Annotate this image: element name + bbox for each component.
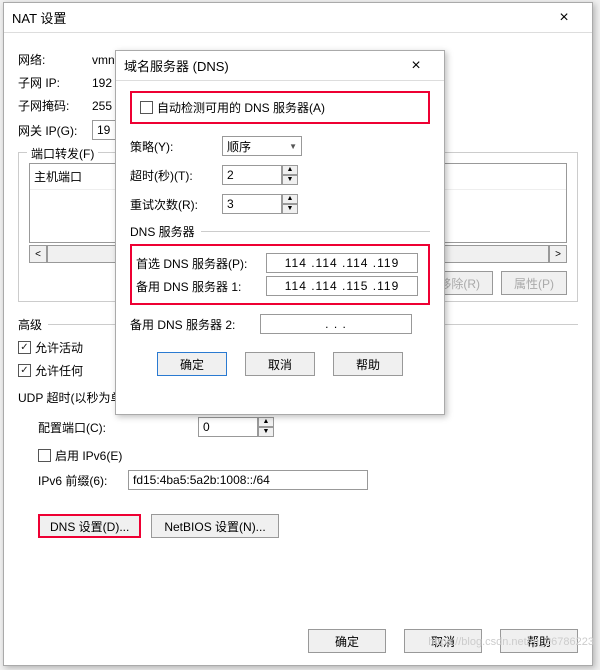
policy-value: 顺序 bbox=[227, 138, 251, 155]
spinner-down-icon[interactable]: ▼ bbox=[258, 427, 274, 437]
alt-dns2-label: 备用 DNS 服务器 2: bbox=[130, 316, 260, 333]
dns-servers-highlight: 首选 DNS 服务器(P): 114 .114 .114 .119 备用 DNS… bbox=[130, 244, 430, 305]
dns-servers-legend: DNS 服务器 bbox=[130, 223, 195, 240]
config-port-input[interactable] bbox=[198, 417, 258, 437]
nat-titlebar: NAT 设置 × bbox=[4, 3, 592, 33]
policy-label: 策略(Y): bbox=[130, 138, 222, 155]
subnet-mask-value: 255 bbox=[92, 99, 112, 113]
allow-any-oui-label: 允许任何 bbox=[35, 362, 83, 379]
alt-dns1-label: 备用 DNS 服务器 1: bbox=[136, 278, 266, 295]
dns-cancel-button[interactable]: 取消 bbox=[245, 352, 315, 376]
timeout-label: 超时(秒)(T): bbox=[130, 167, 222, 184]
watermark: https://blog.csdn.net/m_26786223 bbox=[428, 636, 594, 648]
auto-detect-dns-checkbox[interactable] bbox=[140, 101, 153, 114]
allow-active-ftp-label: 允许活动 bbox=[35, 339, 83, 356]
advanced-title: 高级 bbox=[18, 316, 42, 333]
ok-button[interactable]: 确定 bbox=[308, 629, 386, 653]
primary-dns-input[interactable]: 114 .114 .114 .119 bbox=[266, 253, 418, 273]
divider bbox=[201, 231, 430, 232]
config-port-label: 配置端口(C): bbox=[18, 419, 198, 436]
ipv6-prefix-input[interactable] bbox=[128, 470, 368, 490]
retry-input[interactable] bbox=[222, 194, 282, 214]
properties-button[interactable]: 属性(P) bbox=[501, 271, 567, 295]
close-icon[interactable]: × bbox=[544, 9, 584, 27]
chevron-down-icon: ▼ bbox=[289, 142, 297, 151]
spinner-up-icon[interactable]: ▲ bbox=[282, 194, 298, 204]
nat-window-title: NAT 设置 bbox=[12, 8, 66, 27]
dns-settings-dialog: 域名服务器 (DNS) × 自动检测可用的 DNS 服务器(A) 策略(Y): … bbox=[115, 50, 445, 415]
alt-dns1-input[interactable]: 114 .114 .115 .119 bbox=[266, 276, 418, 296]
dns-settings-button[interactable]: DNS 设置(D)... bbox=[38, 514, 141, 538]
policy-select[interactable]: 顺序 ▼ bbox=[222, 136, 302, 156]
subnet-ip-value: 192 bbox=[92, 76, 112, 90]
spinner-down-icon[interactable]: ▼ bbox=[282, 204, 298, 214]
auto-detect-highlight: 自动检测可用的 DNS 服务器(A) bbox=[130, 91, 430, 124]
spinner-down-icon[interactable]: ▼ bbox=[282, 175, 298, 185]
gateway-ip-label: 网关 IP(G): bbox=[18, 122, 92, 139]
spinner-up-icon[interactable]: ▲ bbox=[282, 165, 298, 175]
primary-dns-label: 首选 DNS 服务器(P): bbox=[136, 255, 266, 272]
config-port-spinner[interactable]: ▲▼ bbox=[198, 417, 274, 437]
retry-spinner[interactable]: ▲▼ bbox=[222, 194, 298, 214]
dns-titlebar: 域名服务器 (DNS) × bbox=[116, 51, 444, 81]
allow-any-oui-checkbox[interactable] bbox=[18, 364, 31, 377]
dns-ok-button[interactable]: 确定 bbox=[157, 352, 227, 376]
subnet-mask-label: 子网掩码: bbox=[18, 97, 92, 114]
dns-dialog-title: 域名服务器 (DNS) bbox=[124, 56, 229, 75]
netbios-settings-button[interactable]: NetBIOS 设置(N)... bbox=[151, 514, 278, 538]
subnet-ip-label: 子网 IP: bbox=[18, 74, 92, 91]
enable-ipv6-label: 启用 IPv6(E) bbox=[55, 447, 122, 464]
network-label: 网络: bbox=[18, 51, 92, 68]
close-icon[interactable]: × bbox=[396, 57, 436, 75]
timeout-spinner[interactable]: ▲▼ bbox=[222, 165, 298, 185]
dns-help-button[interactable]: 帮助 bbox=[333, 352, 403, 376]
timeout-input[interactable] bbox=[222, 165, 282, 185]
allow-active-ftp-checkbox[interactable] bbox=[18, 341, 31, 354]
scroll-left-button[interactable]: < bbox=[29, 245, 47, 263]
enable-ipv6-checkbox[interactable] bbox=[38, 449, 51, 462]
spinner-up-icon[interactable]: ▲ bbox=[258, 417, 274, 427]
scroll-right-button[interactable]: > bbox=[549, 245, 567, 263]
port-forward-legend: 端口转发(F) bbox=[27, 145, 98, 162]
alt-dns2-input[interactable]: . . . bbox=[260, 314, 412, 334]
ipv6-prefix-label: IPv6 前缀(6): bbox=[38, 472, 128, 489]
retry-label: 重试次数(R): bbox=[130, 196, 222, 213]
auto-detect-dns-label: 自动检测可用的 DNS 服务器(A) bbox=[157, 99, 325, 116]
